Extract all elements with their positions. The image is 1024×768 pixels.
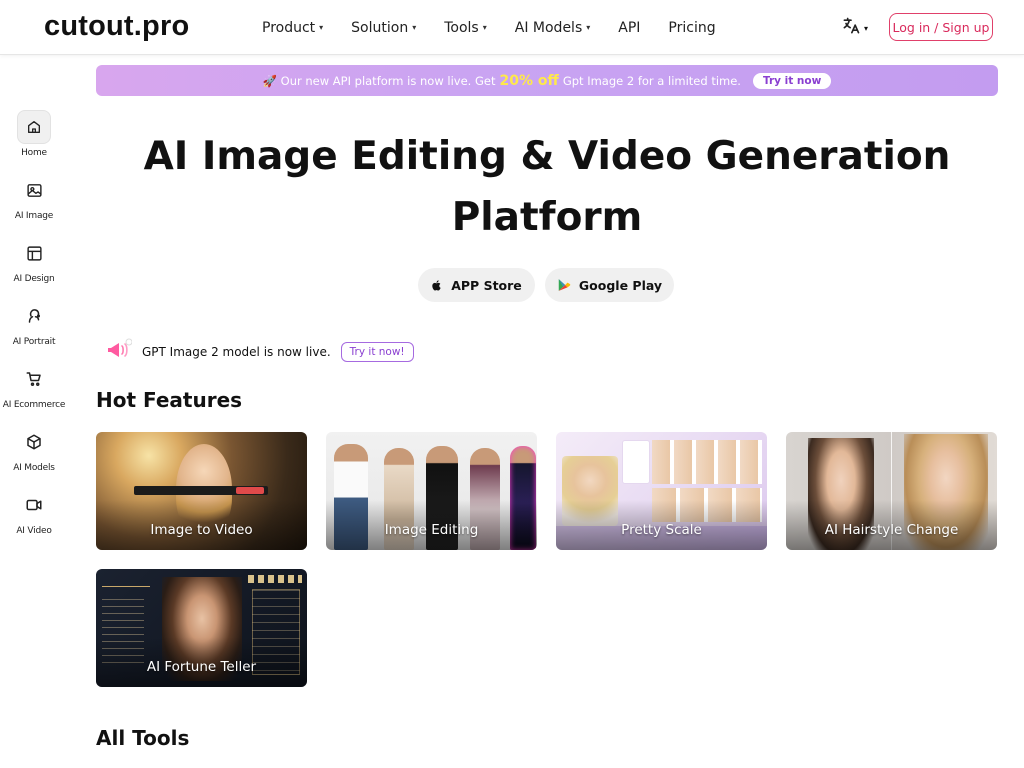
hot-features-heading: Hot Features (96, 388, 243, 412)
sidebar-item-ai-models[interactable]: AI Models (0, 425, 68, 473)
score-panel (622, 440, 650, 484)
thumbnail-grid (652, 440, 762, 484)
apple-icon (431, 279, 443, 292)
cart-icon (17, 362, 51, 396)
translate-icon (841, 16, 861, 40)
portrait-icon (17, 299, 51, 333)
all-tools-heading: All Tools (96, 726, 190, 750)
chevron-down-icon: ▾ (319, 23, 324, 32)
moon-phases (248, 575, 302, 583)
megaphone-icon (104, 338, 133, 366)
login-signup-button[interactable]: Log in / Sign up (889, 13, 993, 41)
feature-card-ai-hairstyle-change[interactable]: AI Hairstyle Change (786, 432, 997, 550)
feature-card-image-to-video[interactable]: Image to Video (96, 432, 307, 550)
banner-try-button[interactable]: Try it now (752, 72, 832, 89)
chevron-down-icon: ▾ (412, 23, 417, 32)
google-play-button[interactable]: Google Play (545, 268, 674, 302)
top-header: cutout.pro Product ▾ Solution ▾ Tools ▾ AI … (0, 0, 1024, 55)
chevron-down-icon: ▾ (864, 23, 869, 33)
layout-icon (17, 236, 51, 270)
banner-suffix: Gpt Image 2 for a limited time. (562, 73, 741, 88)
app-store-button[interactable]: APP Store (418, 268, 535, 302)
nav-api[interactable]: API (618, 20, 640, 36)
page-title: AI Image Editing & Video Generation Plat… (143, 134, 951, 240)
nav-solution[interactable]: Solution ▾ (351, 20, 416, 36)
banner-discount: 20% off (499, 72, 559, 89)
nav-ai-models[interactable]: AI Models ▾ (515, 20, 591, 36)
sidebar-item-ai-ecommerce[interactable]: AI Ecommerce (0, 362, 68, 410)
banner-prefix: 🚀 Our new API platform is now live. Get (262, 73, 496, 88)
google-play-icon (557, 278, 571, 292)
generate-chip (236, 487, 264, 494)
card-label: AI Fortune Teller (146, 659, 257, 675)
sidebar-item-ai-portrait[interactable]: AI Portrait (0, 299, 68, 347)
model-announcement: GPT Image 2 model is now live. Try it no… (104, 338, 414, 366)
cube-icon (17, 425, 51, 459)
sidebar-item-home[interactable]: Home (0, 110, 68, 158)
chevron-down-icon: ▾ (482, 23, 487, 32)
announcement-try-button[interactable]: Try it now! (340, 342, 414, 362)
sidebar-item-ai-image[interactable]: AI Image (0, 173, 68, 221)
nav-product[interactable]: Product ▾ (262, 20, 323, 36)
card-label: AI Hairstyle Change (824, 522, 959, 538)
sidebar-item-ai-video[interactable]: AI Video (0, 488, 68, 536)
card-label: Image to Video (150, 522, 253, 538)
video-icon (17, 488, 51, 522)
language-selector[interactable]: ▾ (841, 16, 868, 40)
sidebar-item-ai-design[interactable]: AI Design (0, 236, 68, 284)
logo[interactable]: cutout.pro (44, 10, 189, 43)
main-nav: Product ▾ Solution ▾ Tools ▾ AI Models ▾ API… (262, 0, 744, 55)
feature-card-ai-fortune-teller[interactable]: AI Fortune Teller (96, 569, 307, 687)
nav-tools[interactable]: Tools ▾ (444, 20, 487, 36)
card-label: Pretty Scale (621, 522, 702, 538)
promo-banner[interactable]: 🚀 Our new API platform is now live. Get … (96, 65, 998, 96)
feature-card-image-editing[interactable]: Image Editing (326, 432, 537, 550)
nav-pricing[interactable]: Pricing (668, 20, 715, 36)
chevron-down-icon: ▾ (586, 23, 591, 32)
feature-card-pretty-scale[interactable]: Pretty Scale (556, 432, 767, 550)
announcement-text: GPT Image 2 model is now live. (142, 345, 331, 359)
image-icon (17, 173, 51, 207)
zodiac-glyph (102, 577, 150, 587)
card-label: Image Editing (384, 522, 479, 538)
left-sidebar: Home AI Image AI Design AI Portrait AI E… (0, 56, 68, 768)
home-icon (17, 110, 51, 144)
